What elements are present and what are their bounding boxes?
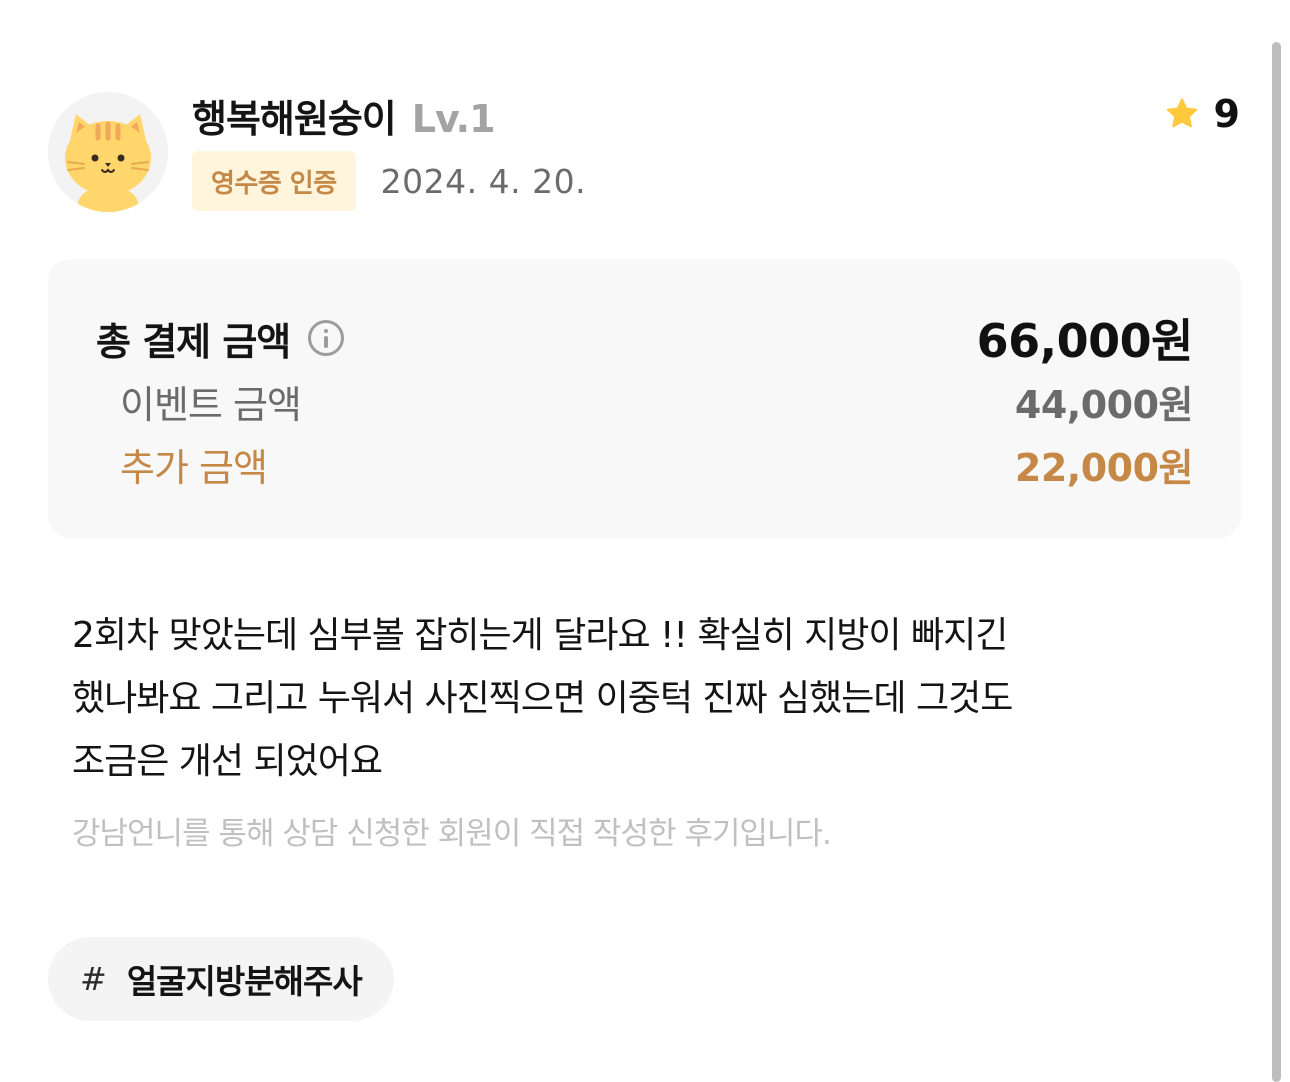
hashtag-label: 얼굴지방분해주사 bbox=[126, 962, 363, 1001]
cat-avatar-icon bbox=[48, 92, 168, 212]
extra-price-value: 22,000원 bbox=[1014, 446, 1194, 490]
event-price-row: 이벤트 금액 44,000원 bbox=[96, 374, 1194, 429]
author-level: Lv.1 bbox=[411, 97, 496, 141]
hash-icon: # bbox=[80, 960, 107, 998]
review-date: 2024. 4. 20. bbox=[380, 161, 587, 201]
total-price-label: 총 결제 금액 bbox=[96, 319, 291, 364]
star-icon bbox=[1166, 98, 1197, 128]
review-body-line: 했나봐요 그리고 누워서 사진찍으면 이중턱 진짜 심했는데 그것도 bbox=[72, 678, 1013, 719]
scrollbar[interactable] bbox=[1268, 0, 1290, 1082]
review-disclaimer: 강남언니를 통해 상담 신청한 회원이 직접 작성한 후기입니다. bbox=[72, 816, 832, 852]
avatar[interactable] bbox=[48, 92, 168, 212]
scrollbar-thumb[interactable] bbox=[1272, 42, 1281, 1082]
total-price-row: 총 결제 금액 66,000원 bbox=[96, 305, 1194, 371]
event-price-value: 44,000원 bbox=[1014, 383, 1194, 427]
author-row: 행복해원숭이 Lv.1 bbox=[192, 88, 496, 143]
price-summary-box: 총 결제 금액 66,000원 이벤트 금액 44,000원 추가 금액 22,… bbox=[48, 259, 1241, 538]
extra-price-row: 추가 금액 22,000원 bbox=[96, 437, 1194, 492]
event-price-label: 이벤트 금액 bbox=[120, 383, 302, 427]
info-icon[interactable] bbox=[308, 320, 345, 356]
hashtag-chip[interactable]: # 얼굴지방분해주사 bbox=[48, 937, 394, 1021]
author-name[interactable]: 행복해원숭이 bbox=[192, 88, 397, 143]
total-price-value: 66,000원 bbox=[976, 314, 1194, 368]
rating-value: 9 bbox=[1213, 92, 1240, 136]
review-body: 2회차 맞았는데 심부볼 잡히는게 달라요 !! 확실히 지방이 빠지긴 했나봐… bbox=[72, 604, 1192, 793]
review-body-line: 2회차 맞았는데 심부볼 잡히는게 달라요 !! 확실히 지방이 빠지긴 bbox=[72, 615, 1008, 656]
total-price-label-group: 총 결제 금액 bbox=[96, 311, 345, 366]
review-body-line: 조금은 개선 되었어요 bbox=[72, 741, 383, 782]
rating: 9 bbox=[1164, 92, 1240, 136]
receipt-verified-badge: 영수증 인증 bbox=[192, 151, 356, 211]
extra-price-label: 추가 금액 bbox=[120, 446, 268, 490]
meta-row: 영수증 인증 2024. 4. 20. bbox=[192, 151, 586, 211]
